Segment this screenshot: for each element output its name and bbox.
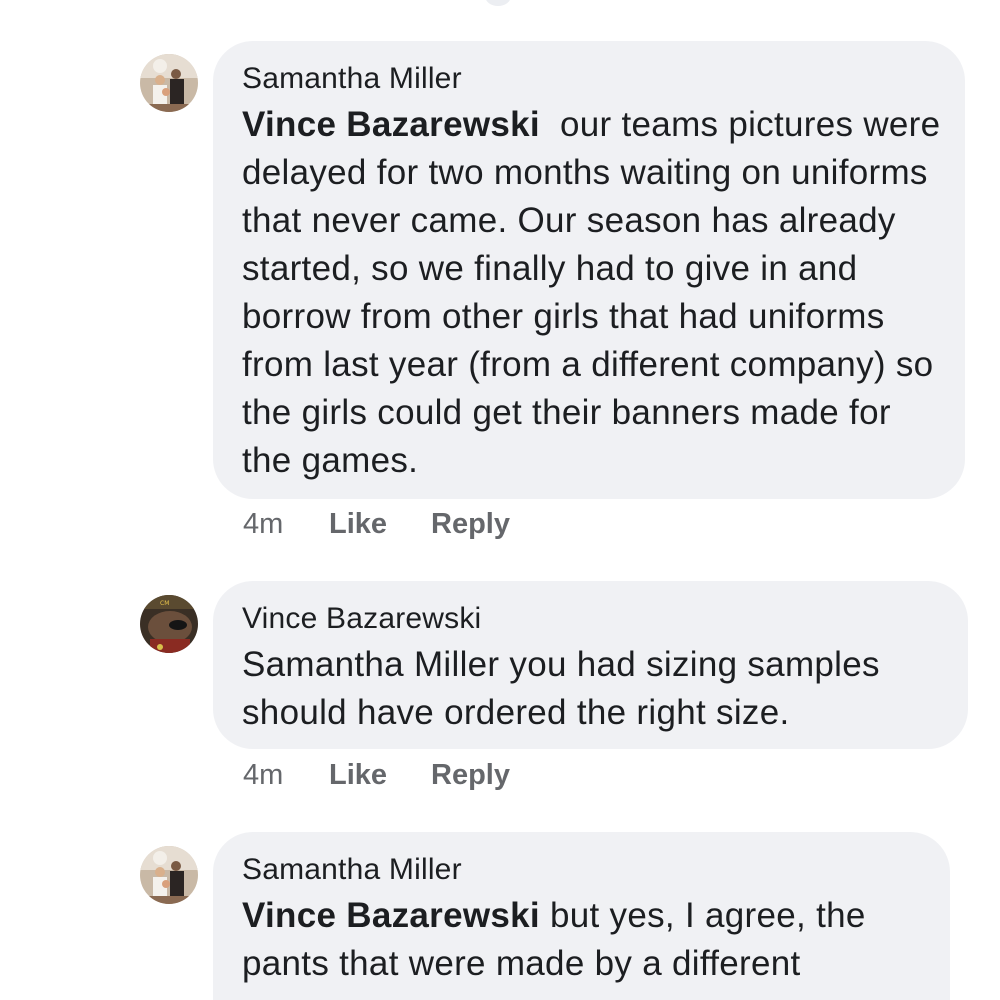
like-button[interactable]: Like xyxy=(329,758,431,792)
comment-author[interactable]: Vince Bazarewski xyxy=(242,601,944,637)
family-photo-avatar-icon xyxy=(140,54,198,112)
comment-bubble: Samantha Miller Vince Bazarewski but yes… xyxy=(213,832,950,1000)
timestamp: 4m xyxy=(243,508,284,540)
comment-bubble: Samantha Miller Vince Bazarewski our tea… xyxy=(213,41,965,499)
comment-actions: 4m Like Reply xyxy=(243,507,510,541)
reaction-indicator xyxy=(485,0,511,6)
comment-author[interactable]: Samantha Miller xyxy=(242,852,926,888)
family-photo-avatar-icon xyxy=(140,846,198,904)
comment-text: Vince Bazarewski but yes, I agree, the p… xyxy=(242,892,926,988)
comment-body: Samantha Miller you had sizing samples s… xyxy=(242,645,880,732)
timestamp: 4m xyxy=(243,759,284,791)
comment-text: Vince Bazarewski our teams pictures were… xyxy=(242,101,941,485)
mention-link[interactable]: Vince Bazarewski xyxy=(242,896,540,935)
avatar[interactable] xyxy=(140,54,198,112)
avatar[interactable]: CM xyxy=(140,595,198,653)
dark-photo-avatar-icon: CM xyxy=(140,595,198,653)
reply-button[interactable]: Reply xyxy=(431,758,510,792)
avatar[interactable] xyxy=(140,846,198,904)
svg-text:CM: CM xyxy=(160,600,169,607)
reply-button[interactable]: Reply xyxy=(431,507,510,541)
comment-actions: 4m Like Reply xyxy=(243,758,510,792)
comment-bubble: Vince Bazarewski Samantha Miller you had… xyxy=(213,581,968,749)
comment-author[interactable]: Samantha Miller xyxy=(242,61,941,97)
comment-body: our teams pictures were delayed for two … xyxy=(242,105,951,480)
mention-link[interactable]: Vince Bazarewski xyxy=(242,105,540,144)
like-button[interactable]: Like xyxy=(329,507,431,541)
